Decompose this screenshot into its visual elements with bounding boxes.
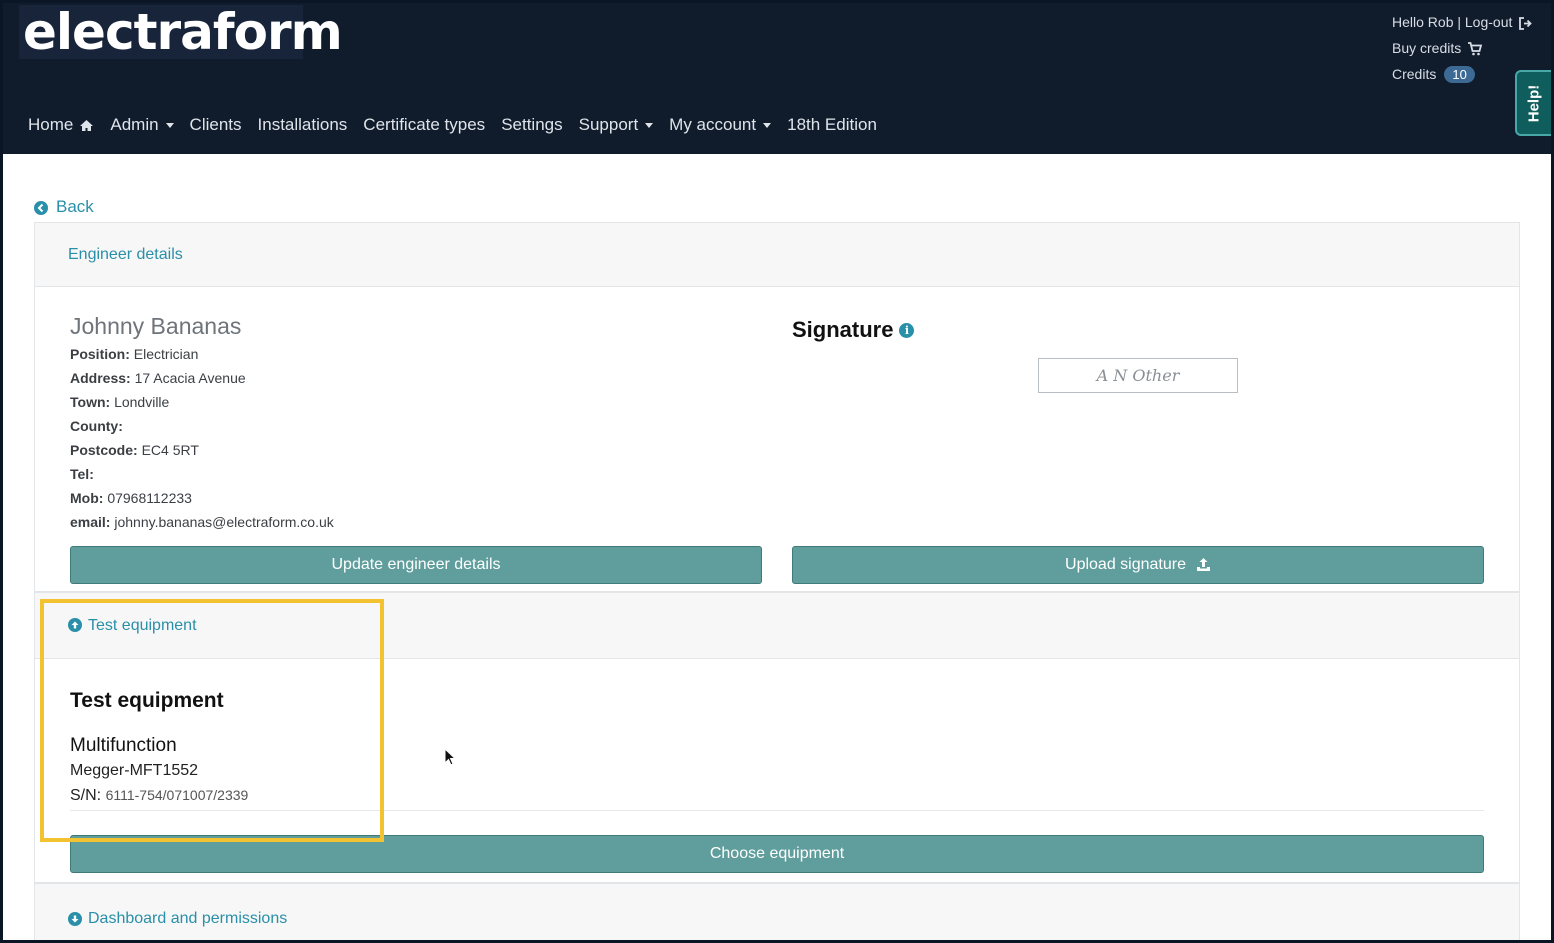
engineer-details-panel: Engineer details Johnny Bananas Position…: [34, 222, 1520, 592]
nav-18th-edition[interactable]: 18th Edition: [787, 115, 877, 135]
update-engineer-details-button[interactable]: Update engineer details: [70, 546, 762, 584]
buy-credits-link[interactable]: Buy credits: [1392, 40, 1461, 56]
dashboard-permissions-panel: Dashboard and permissions: [34, 883, 1520, 940]
nav-my-account[interactable]: My account: [669, 115, 772, 135]
greeting-logout-link[interactable]: Hello Rob | Log-out: [1392, 14, 1512, 30]
dashboard-permissions-title: Dashboard and permissions: [88, 910, 288, 927]
engineer-detail-list: Position: Electrician Address: 17 Acacia…: [70, 345, 334, 537]
detail-row-county: County:: [70, 418, 123, 434]
logout-row: Hello Rob | Log-out: [1392, 9, 1533, 35]
caret-down-icon: [763, 122, 772, 128]
caret-down-icon: [645, 122, 654, 128]
cart-icon[interactable]: [1467, 40, 1483, 56]
nav-admin-label: Admin: [110, 115, 159, 134]
nav-installations[interactable]: Installations: [258, 115, 348, 135]
nav-admin[interactable]: Admin: [110, 115, 174, 135]
serial-label: S/N:: [70, 787, 102, 804]
credits-row: Credits 10: [1392, 61, 1533, 87]
signature-image: A N Other: [1038, 358, 1238, 393]
detail-row-mob: Mob: 07968112233: [70, 490, 192, 506]
help-tab-label: Help!: [1525, 84, 1543, 122]
divider: [70, 810, 1484, 811]
nav-certificate-types[interactable]: Certificate types: [363, 115, 485, 135]
info-icon[interactable]: i: [899, 322, 915, 338]
credits-label: Credits: [1392, 66, 1437, 82]
nav-home-label: Home: [28, 115, 74, 134]
engineer-details-title: Engineer details: [68, 245, 183, 263]
test-equipment-heading: Test equipment: [70, 689, 224, 712]
engineer-details-header[interactable]: Engineer details: [35, 223, 1519, 287]
app-frame: electraform Hello Rob | Log-out Buy cred…: [3, 3, 1551, 940]
equipment-serial: S/N: 6111-754/071007/2339: [70, 787, 248, 805]
equipment-type: Multifunction: [70, 735, 177, 756]
nav-support-label: Support: [578, 115, 639, 134]
back-link[interactable]: Back: [34, 197, 94, 217]
top-navbar: electraform Hello Rob | Log-out Buy cred…: [3, 3, 1551, 154]
caret-down-icon: [165, 122, 174, 128]
signature-title: Signature: [792, 317, 894, 342]
signature-heading: Signature i: [792, 317, 915, 343]
upload-signature-button[interactable]: Upload signature: [792, 546, 1484, 584]
upload-signature-label: Upload signature: [1065, 556, 1186, 573]
detail-row-email: email: johnny.bananas@electraform.co.uk: [70, 514, 334, 530]
logout-icon[interactable]: [1518, 14, 1533, 30]
nav-clients-label: Clients: [189, 115, 242, 134]
help-tab[interactable]: Help!: [1515, 70, 1551, 136]
arrow-left-circle-icon: [34, 197, 48, 217]
test-equipment-header[interactable]: Test equipment: [35, 593, 1519, 659]
buy-credits-row: Buy credits: [1392, 35, 1533, 61]
credits-count-badge: 10: [1444, 65, 1475, 83]
detail-row-address: Address: 17 Acacia Avenue: [70, 370, 246, 386]
test-equipment-panel: Test equipment Test equipment Multifunct…: [34, 592, 1520, 883]
equipment-model: Megger-MFT1552: [70, 762, 199, 779]
upload-icon: [1196, 556, 1211, 574]
engineer-name: Johnny Bananas: [70, 313, 242, 339]
nav-home[interactable]: Home: [28, 115, 94, 135]
detail-row-tel: Tel:: [70, 466, 94, 482]
test-equipment-section-title: Test equipment: [88, 616, 197, 634]
main-nav: Home Admin Clients Installations Certifi…: [28, 115, 893, 135]
nav-support[interactable]: Support: [579, 115, 654, 135]
serial-value: 6111-754/071007/2339: [105, 787, 249, 803]
detail-row-position: Position: Electrician: [70, 346, 199, 362]
update-engineer-details-label: Update engineer details: [331, 556, 501, 573]
detail-row-postcode: Postcode: EC4 5RT: [70, 442, 199, 458]
nav-certificate-types-label: Certificate types: [363, 115, 486, 134]
dashboard-permissions-header[interactable]: Dashboard and permissions: [35, 884, 1519, 940]
expand-down-circle-icon: [68, 910, 82, 928]
nav-settings[interactable]: Settings: [501, 115, 562, 135]
detail-row-town: Town: Londville: [70, 394, 170, 410]
user-menu: Hello Rob | Log-out Buy credits Credits …: [1392, 9, 1533, 87]
nav-18th-edition-label: 18th Edition: [787, 115, 877, 134]
mouse-cursor-icon: [444, 747, 457, 771]
choose-equipment-button[interactable]: Choose equipment: [70, 835, 1484, 873]
nav-clients[interactable]: Clients: [190, 115, 242, 135]
home-icon: [79, 115, 94, 135]
nav-installations-label: Installations: [257, 115, 348, 134]
collapse-up-circle-icon: [68, 617, 82, 635]
choose-equipment-label: Choose equipment: [709, 845, 845, 862]
nav-settings-label: Settings: [501, 115, 563, 134]
nav-my-account-label: My account: [669, 115, 757, 134]
electraform-logo[interactable]: electraform: [19, 5, 343, 59]
back-label: Back: [56, 197, 94, 216]
